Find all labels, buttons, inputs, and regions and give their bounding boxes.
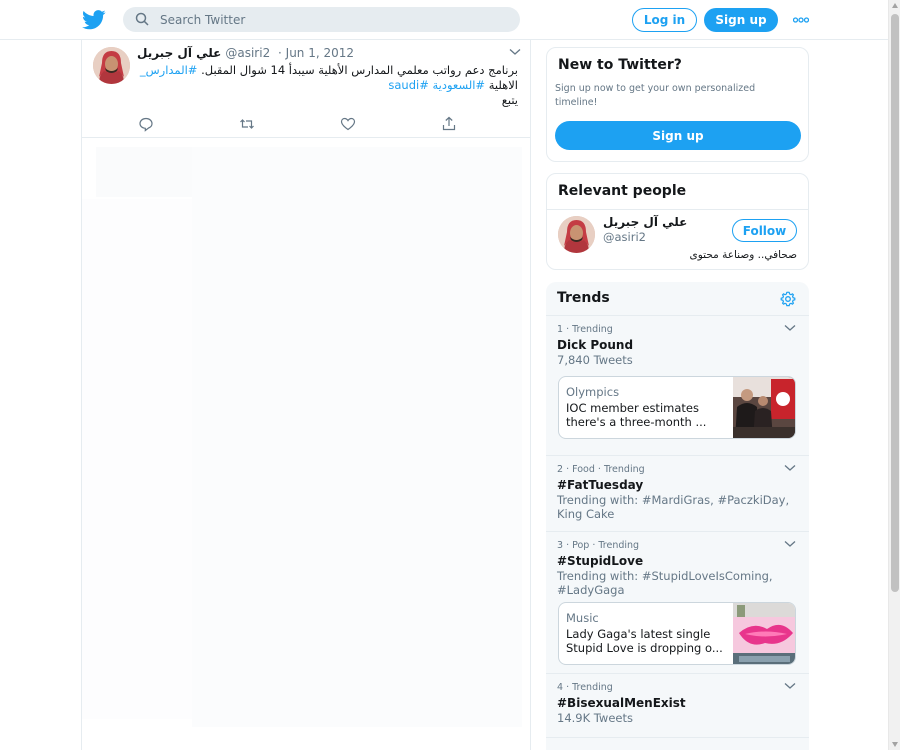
hashtag-link[interactable]: #السعودية bbox=[433, 78, 486, 92]
follow-button[interactable]: Follow bbox=[732, 219, 797, 242]
trend-name[interactable]: #FatTuesday bbox=[557, 478, 643, 492]
twitter-logo-icon[interactable] bbox=[82, 9, 106, 31]
trends-header: Trends bbox=[546, 282, 809, 316]
like-icon[interactable] bbox=[340, 116, 356, 132]
avatar[interactable] bbox=[93, 47, 130, 84]
share-icon[interactable] bbox=[441, 116, 457, 132]
trend-meta: 4 · Trending bbox=[557, 682, 613, 693]
trend-item[interactable]: 2 · Food · Trending #FatTuesday Trending… bbox=[546, 456, 809, 532]
person-bio: صحافي.. وصناعة محتوى bbox=[689, 249, 797, 261]
trend-meta: 1 · Trending bbox=[557, 324, 613, 335]
new-to-twitter-card: New to Twitter? Sign up now to get your … bbox=[546, 47, 809, 162]
trend-name[interactable]: Dick Pound bbox=[557, 338, 633, 352]
scroll-down-arrow-icon[interactable] bbox=[892, 742, 898, 747]
news-category: Music bbox=[566, 611, 599, 625]
top-bar: Log in Sign up bbox=[0, 0, 888, 40]
tweet-actions bbox=[138, 116, 468, 132]
trends-panel: Trends 1 · Trending Dick Pound 7,840 Twe… bbox=[546, 282, 809, 750]
search-input[interactable] bbox=[160, 7, 510, 32]
trend-meta: 3 · Pop · Trending bbox=[557, 540, 640, 551]
card-title: Relevant people bbox=[558, 183, 687, 199]
loading-placeholder bbox=[82, 147, 522, 727]
person-handle[interactable]: @asiri2 bbox=[603, 230, 646, 244]
chevron-down-icon[interactable] bbox=[784, 540, 796, 548]
avatar[interactable] bbox=[558, 216, 595, 253]
news-category: Olympics bbox=[566, 385, 620, 399]
trend-item[interactable]: 4 · Trending #BisexualMenExist 14.9K Twe… bbox=[546, 674, 809, 738]
news-card[interactable]: Music Lady Gaga's latest single Stupid L… bbox=[558, 602, 796, 665]
tweet-author-name[interactable]: علي آل جبريل bbox=[137, 46, 221, 60]
chevron-down-icon[interactable] bbox=[784, 324, 796, 332]
tweet[interactable]: علي آل جبريل @asiri2 · Jun 1, 2012 برنامج… bbox=[82, 40, 530, 138]
person-name[interactable]: علي آل جبريل bbox=[603, 215, 687, 229]
more-options-icon[interactable] bbox=[790, 11, 812, 29]
trend-context: Trending with: #StupidLoveIsComing, #Lad… bbox=[557, 569, 773, 597]
trend-tweet-count: 14.9K Tweets bbox=[557, 711, 633, 725]
news-headline: IOC member estimates there's a three-mon… bbox=[566, 401, 707, 429]
trend-item[interactable]: 3 · Pop · Trending #StupidLove Trending … bbox=[546, 532, 809, 674]
tweet-text-main: برنامج دعم رواتب معلمي المدارس الأهلية س… bbox=[197, 63, 518, 77]
news-thumbnail bbox=[733, 603, 795, 664]
scroll-up-arrow-icon[interactable] bbox=[892, 3, 898, 8]
reply-icon[interactable] bbox=[138, 116, 154, 132]
search-bar[interactable] bbox=[123, 7, 520, 32]
trends-title: Trends bbox=[557, 290, 610, 306]
trend-name[interactable]: #StupidLove bbox=[557, 554, 643, 568]
hashtag-link[interactable]: #saudi bbox=[388, 78, 428, 92]
news-thumbnail bbox=[733, 377, 795, 438]
chevron-down-icon[interactable] bbox=[784, 464, 796, 472]
tweet-author-handle[interactable]: @asiri2 bbox=[225, 46, 270, 60]
trend-tweet-count: 7,840 Tweets bbox=[557, 353, 633, 367]
tweet-header: علي آل جبريل @asiri2 · Jun 1, 2012 bbox=[137, 46, 354, 60]
trend-meta: 2 · Food · Trending bbox=[557, 464, 645, 475]
hashtag-link[interactable]: #المدارس_ bbox=[140, 63, 198, 77]
tweet-text-line2: الاهلية bbox=[485, 78, 518, 92]
retweet-icon[interactable] bbox=[239, 116, 255, 132]
trend-name[interactable]: #BisexualMenExist bbox=[557, 696, 686, 710]
relevant-people-card: Relevant people علي آل جبريل @asiri2 Fol… bbox=[546, 173, 809, 270]
card-description: Sign up now to get your own personalized… bbox=[555, 83, 756, 108]
login-button[interactable]: Log in bbox=[632, 8, 697, 32]
search-icon bbox=[135, 12, 149, 26]
signup-button-sidebar[interactable]: Sign up bbox=[555, 121, 801, 150]
tweet-text: برنامج دعم رواتب معلمي المدارس الأهلية س… bbox=[138, 63, 518, 108]
divider bbox=[547, 209, 808, 210]
chevron-down-icon[interactable] bbox=[509, 48, 521, 56]
trend-context: Trending with: #MardiGras, #PaczkiDay, K… bbox=[557, 493, 790, 521]
trend-item[interactable]: 1 · Trending Dick Pound 7,840 Tweets Oly… bbox=[546, 316, 809, 456]
signup-button[interactable]: Sign up bbox=[704, 8, 778, 32]
page-scrollbar[interactable] bbox=[888, 0, 900, 750]
tweet-date[interactable]: · Jun 1, 2012 bbox=[278, 46, 354, 60]
gear-icon[interactable] bbox=[780, 291, 796, 307]
scrollbar-thumb[interactable] bbox=[891, 14, 899, 592]
news-headline: Lady Gaga's latest single Stupid Love is… bbox=[566, 627, 723, 655]
main-timeline: علي آل جبريل @asiri2 · Jun 1, 2012 برنامج… bbox=[81, 40, 531, 750]
card-title: New to Twitter? bbox=[558, 57, 682, 73]
news-card[interactable]: Olympics IOC member estimates there's a … bbox=[558, 376, 796, 439]
chevron-down-icon[interactable] bbox=[784, 682, 796, 690]
tweet-text-line3: يتبع bbox=[501, 93, 518, 107]
